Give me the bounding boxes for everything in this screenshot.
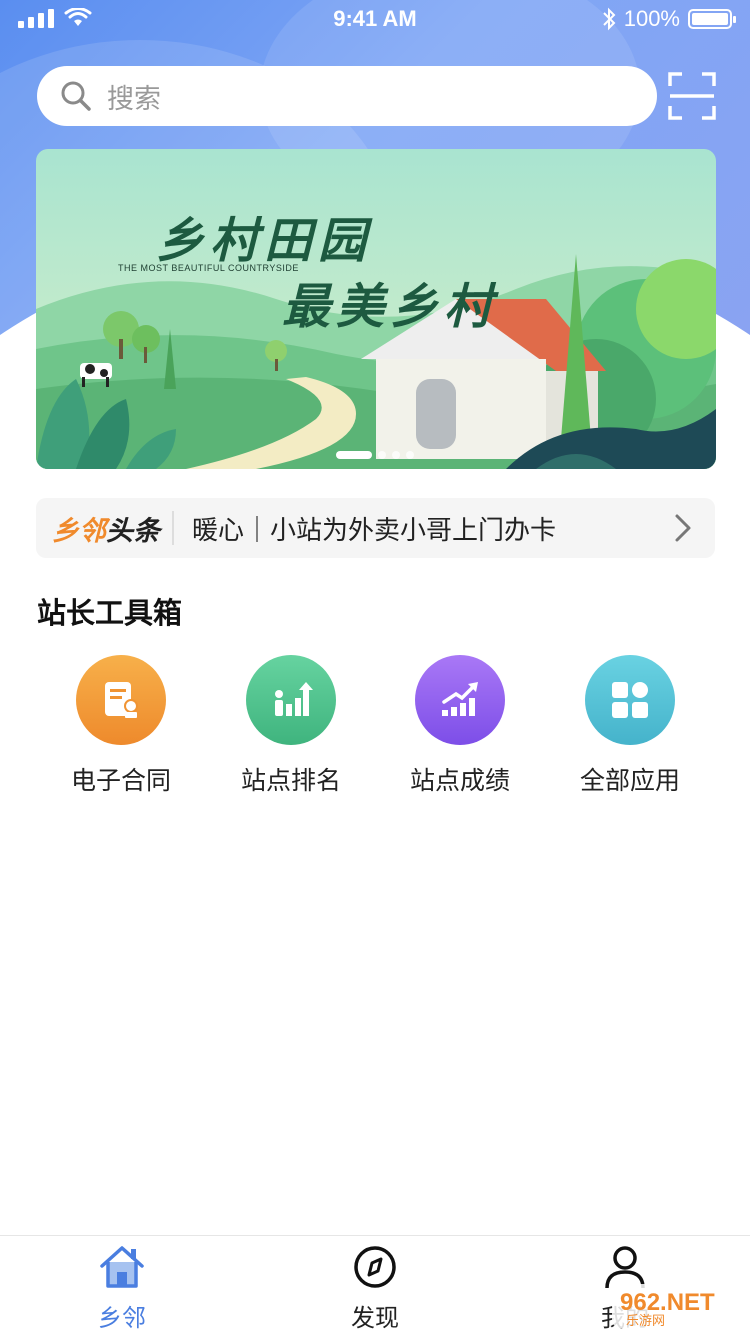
- search-input[interactable]: 搜索: [37, 66, 657, 126]
- all-apps-icon: [585, 655, 675, 745]
- tool-label: 电子合同: [70, 766, 171, 795]
- watermark-logo: 962.NET 乐游网: [612, 1284, 748, 1328]
- bluetooth-icon: [603, 7, 616, 31]
- promo-banner[interactable]: 乡村田园 THE MOST BEAUTIFUL COUNTRYSIDE 最美乡村: [36, 149, 716, 469]
- banner-dot[interactable]: [406, 451, 414, 459]
- battery-percent: 100%: [623, 6, 680, 31]
- toolbox-grid: 电子合同 站点排名 站点成绩 全部应用: [0, 655, 750, 805]
- home-icon: [100, 1246, 144, 1288]
- tab-label: 乡邻: [98, 1304, 146, 1332]
- chevron-right-icon[interactable]: [663, 508, 703, 548]
- svg-text:962.NET: 962.NET: [620, 1289, 715, 1316]
- banner-dot[interactable]: [392, 451, 400, 459]
- divider: [172, 511, 174, 545]
- banner-dot[interactable]: [336, 451, 372, 459]
- tool-label: 站点成绩: [409, 766, 510, 795]
- tab-label: 发现: [351, 1304, 399, 1332]
- search-icon: [61, 81, 91, 111]
- ranking-icon: [246, 655, 336, 745]
- tool-contract[interactable]: 电子合同: [36, 655, 206, 797]
- status-bar: 9:41 AM 100%: [0, 0, 750, 40]
- tool-all-apps[interactable]: 全部应用: [545, 655, 715, 797]
- performance-icon: [415, 655, 505, 745]
- news-brand-part1: 乡邻: [52, 515, 106, 547]
- search-placeholder: 搜索: [107, 83, 161, 115]
- svg-text:乐游网: 乐游网: [626, 1314, 665, 1328]
- compass-icon: [354, 1246, 396, 1288]
- scan-icon[interactable]: [668, 72, 716, 120]
- tab-discover[interactable]: 发现: [300, 1244, 450, 1333]
- contract-icon: [76, 655, 166, 745]
- tab-home[interactable]: 乡邻: [47, 1244, 197, 1333]
- tool-label: 全部应用: [579, 766, 680, 795]
- tool-ranking[interactable]: 站点排名: [206, 655, 376, 797]
- news-ticker[interactable]: 乡邻 头条 暖心｜小站为外卖小哥上门办卡: [36, 498, 715, 558]
- banner-dot[interactable]: [378, 451, 386, 459]
- banner-title-line1: 乡村田园: [156, 213, 373, 269]
- toolbox-title: 站长工具箱: [37, 596, 183, 630]
- tool-label: 站点排名: [240, 766, 341, 795]
- news-headline[interactable]: 暖心｜小站为外卖小哥上门办卡: [192, 510, 663, 547]
- news-brand: 乡邻 头条: [52, 509, 160, 548]
- banner-subtitle: THE MOST BEAUTIFUL COUNTRYSIDE: [118, 263, 299, 273]
- banner-pagination[interactable]: [336, 451, 414, 459]
- tool-performance[interactable]: 站点成绩: [375, 655, 545, 797]
- banner-title-line2: 最美乡村: [282, 279, 499, 335]
- news-brand-part2: 头条: [106, 515, 160, 547]
- battery-icon: [688, 9, 736, 29]
